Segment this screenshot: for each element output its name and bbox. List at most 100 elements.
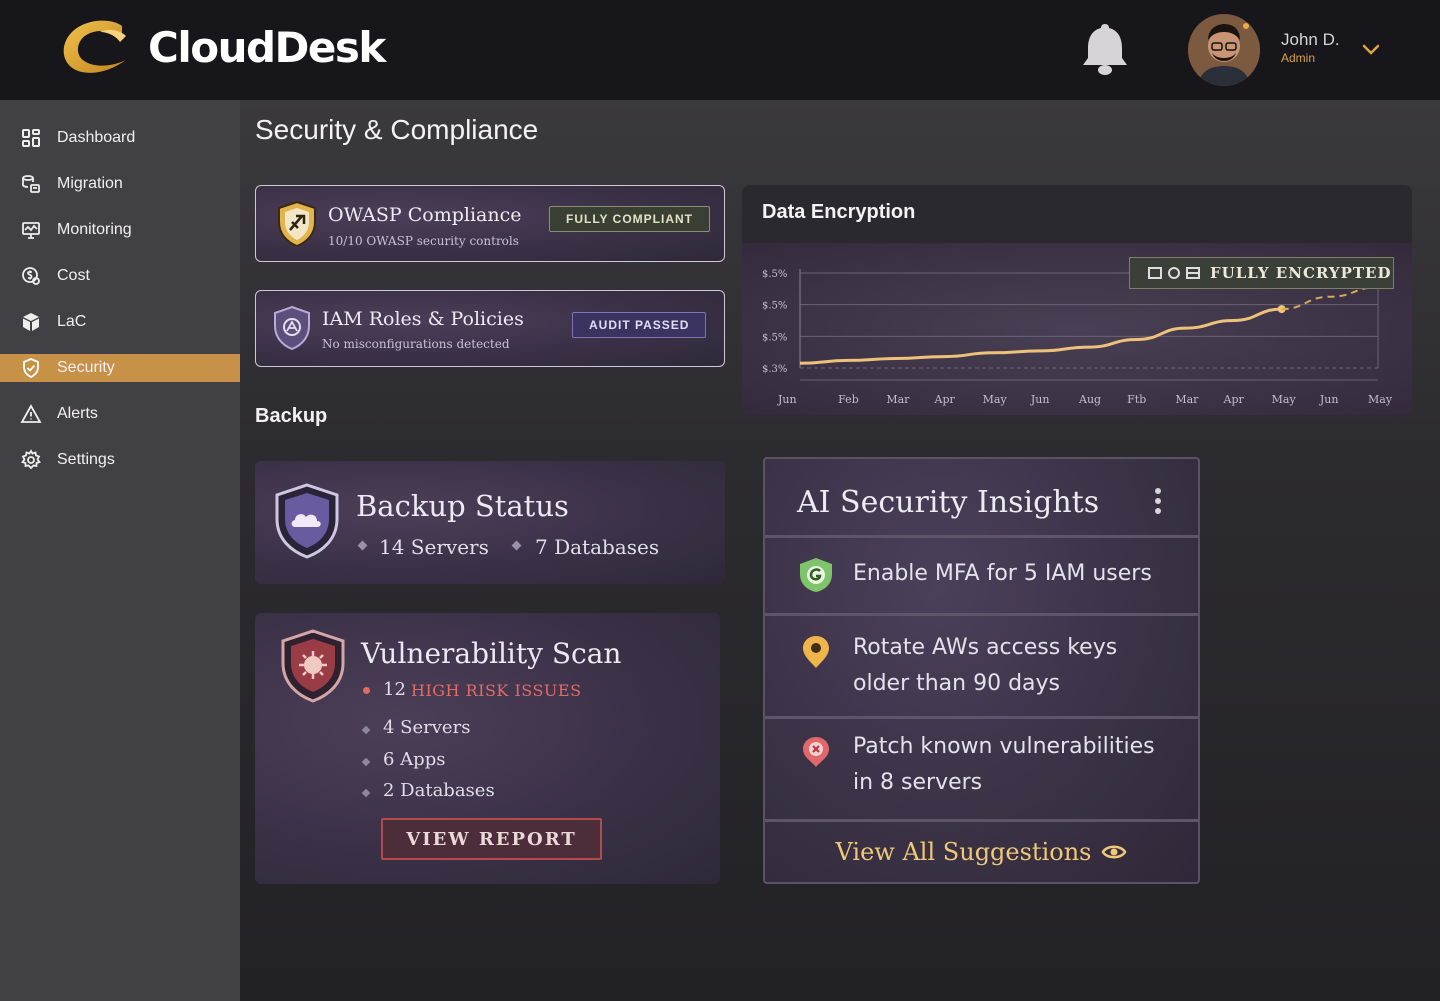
x-tick-label: Jun — [777, 393, 797, 406]
sidebar-item-monitoring[interactable]: Monitoring — [0, 216, 240, 244]
x-tick-label: Mar — [1175, 393, 1199, 406]
iam-title: IAM Roles & Policies — [322, 308, 524, 330]
sidebar-item-dashboard[interactable]: Dashboard — [0, 124, 240, 152]
shield-check-icon — [23, 358, 39, 379]
owasp-title: OWASP Compliance — [328, 204, 522, 226]
x-tick-label: Ftb — [1127, 393, 1146, 406]
backup-title: Backup Status — [356, 489, 569, 523]
sidebar-item-settings[interactable]: Settings — [0, 446, 240, 474]
view-report-button[interactable]: VIEW REPORT — [381, 818, 602, 860]
vuln-item: 2 Databases — [383, 780, 495, 801]
key-pin-icon — [803, 636, 829, 668]
backup-status-card[interactable]: Backup Status 14 Servers 7 Databases — [255, 461, 725, 584]
sidebar-item-cost[interactable]: Cost — [0, 262, 240, 290]
app-logo[interactable]: CloudDesk — [56, 16, 386, 78]
iam-policies-card[interactable]: IAM Roles & Policies No misconfiguration… — [255, 290, 725, 367]
suggestion-text: Enable MFA for 5 IAM users — [853, 561, 1152, 586]
migration-icon — [22, 175, 40, 193]
sidebar-item-security[interactable]: Security — [0, 354, 240, 382]
x-tick-label: May — [1368, 393, 1393, 406]
y-tick-label: $.5% — [762, 301, 787, 312]
encryption-title: Data Encryption — [762, 201, 916, 223]
suggestion-item[interactable]: Rotate AWs access keys older than 90 day… — [765, 616, 1198, 716]
dashboard-grid-icon — [22, 129, 40, 147]
fully-encrypted-badge: FULLY ENCRYPTED — [1129, 257, 1394, 289]
fully-encrypted-label: FULLY ENCRYPTED — [1210, 264, 1392, 282]
x-tick-label: Apr — [934, 393, 956, 406]
iam-shield-icon — [274, 305, 310, 351]
sidebar-item-lac[interactable]: LaC — [0, 308, 240, 336]
avatar[interactable] — [1188, 14, 1260, 86]
suggestion-item[interactable]: Enable MFA for 5 IAM users — [765, 538, 1198, 613]
vuln-title: Vulnerability Scan — [361, 637, 622, 670]
cube-icon — [23, 313, 39, 331]
mfa-shield-icon — [800, 558, 832, 592]
warning-triangle-icon — [20, 404, 42, 423]
bullet-icon — [361, 788, 371, 798]
sidebar-item-label: Settings — [57, 451, 115, 468]
user-name[interactable]: John D. — [1281, 30, 1340, 50]
iam-subtitle: No misconfigurations detected — [322, 337, 510, 351]
x-tick-label: May — [983, 393, 1008, 406]
view-all-suggestions-link[interactable]: View All Suggestions — [765, 822, 1198, 882]
more-options-icon[interactable] — [1153, 487, 1163, 515]
page-title: Security & Compliance — [255, 114, 539, 145]
user-role: Admin — [1281, 51, 1316, 65]
fully-compliant-badge: FULLY COMPLIANT — [549, 206, 711, 232]
x-tick-label: Feb — [838, 393, 859, 406]
encryption-chart-area: $.5% $.5% $.5% $.3% Jun Feb Mar Apr May Jun Aug Ftb… — [742, 243, 1412, 415]
suggestion-item[interactable]: Patch known vulnerabilities in 8 servers — [765, 719, 1198, 819]
high-risk-label: HIGH RISK ISSUES — [411, 681, 582, 700]
vulnerability-scan-card[interactable]: Vulnerability Scan 12 HIGH RISK ISSUES 4… — [255, 613, 720, 884]
audit-passed-badge: AUDIT PASSED — [572, 312, 707, 338]
vuln-item: 6 Apps — [383, 749, 446, 770]
sidebar-item-label: Security — [57, 359, 115, 376]
suggestion-text: Patch known vulnerabilities — [853, 734, 1155, 759]
sidebar-item-label: LaC — [57, 313, 87, 330]
sidebar-item-label: Migration — [57, 175, 123, 192]
high-risk-bullet-icon — [363, 687, 370, 694]
monitoring-icon — [22, 222, 40, 239]
x-tick-label: Mar — [886, 393, 910, 406]
suggestion-text: Rotate AWs access keys — [853, 635, 1118, 660]
virus-shield-icon — [281, 629, 345, 703]
app-name: CloudDesk — [148, 22, 386, 72]
cost-icon — [22, 267, 40, 285]
patch-alert-icon — [803, 737, 829, 767]
backup-databases: 7 Databases — [535, 535, 660, 559]
data-encryption-panel: Data Encryption $.5% $.5% $.5% $.3% Jun Feb Ma… — [742, 185, 1412, 415]
x-tick-label: Aug — [1078, 393, 1101, 406]
suggestion-text-secondary: in 8 servers — [853, 770, 983, 795]
clouddesk-logo-icon — [63, 20, 126, 73]
high-risk-count: 12 — [383, 679, 406, 700]
user-photo-icon — [1188, 14, 1260, 86]
bullet-icon — [357, 540, 368, 551]
vuln-item: 4 Servers — [383, 717, 471, 738]
y-tick-label: $.3% — [762, 364, 787, 375]
x-tick-label: Jun — [1030, 393, 1050, 406]
encryption-header: Data Encryption — [742, 185, 1412, 243]
bullet-icon — [511, 540, 522, 551]
sidebar-item-alerts[interactable]: Alerts — [0, 400, 240, 428]
backup-servers: 14 Servers — [379, 535, 489, 559]
y-tick-label: $.5% — [762, 269, 787, 280]
eye-icon — [1102, 845, 1127, 859]
gear-icon — [20, 449, 42, 470]
chevron-down-icon[interactable] — [1362, 44, 1380, 56]
sidebar-item-label: Monitoring — [57, 221, 132, 238]
x-tick-label: Jun — [1319, 393, 1339, 406]
owasp-shield-icon — [278, 200, 316, 248]
sidebar-item-label: Dashboard — [57, 129, 136, 146]
ai-security-insights-panel: AI Security Insights Enable MFA for 5 IA… — [763, 457, 1200, 884]
y-tick-label: $.5% — [762, 332, 787, 343]
ai-title: AI Security Insights — [797, 485, 1100, 520]
sidebar-item-migration[interactable]: Migration — [0, 170, 240, 198]
top-bar: CloudDesk John D. Admin — [0, 0, 1440, 100]
owasp-compliance-card[interactable]: OWASP Compliance 10/10 OWASP security co… — [255, 185, 725, 262]
owasp-subtitle: 10/10 OWASP security controls — [328, 234, 519, 248]
encryption-status-icons — [1148, 267, 1200, 279]
bell-icon[interactable] — [1080, 20, 1130, 78]
bullet-icon — [361, 757, 371, 767]
suggestion-text-secondary: older than 90 days — [853, 671, 1061, 696]
bullet-icon — [361, 725, 371, 735]
